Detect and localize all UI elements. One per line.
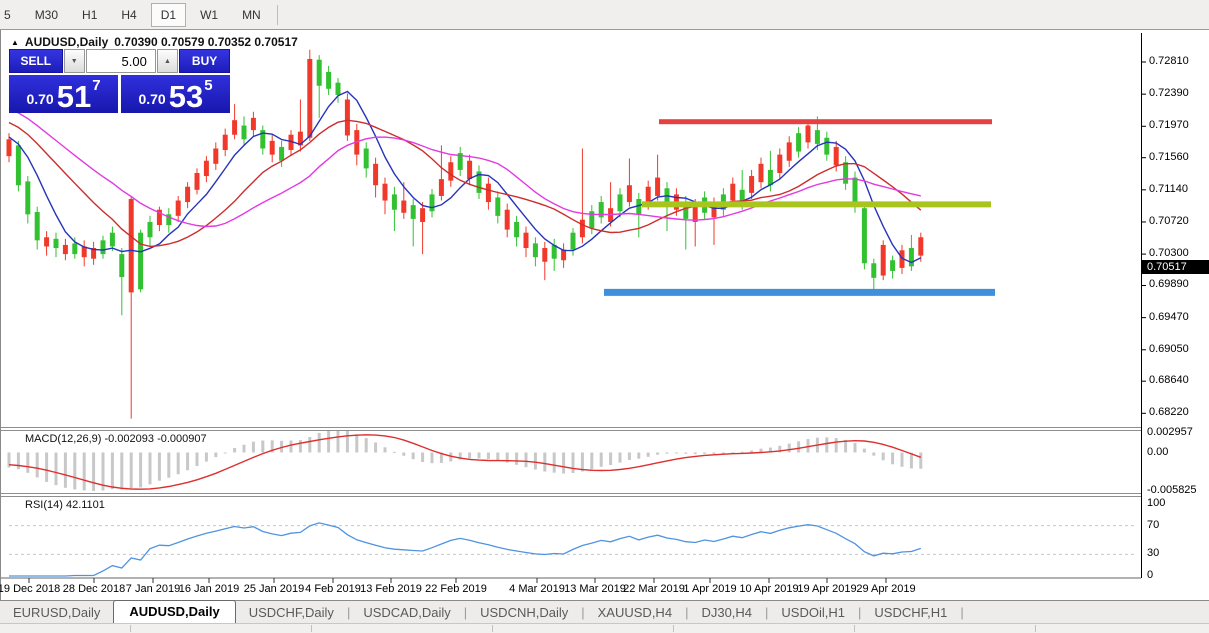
date-axis-label: 22 Feb 2019	[425, 583, 487, 595]
date-axis-label: 29 Apr 2019	[856, 583, 915, 595]
volume-decrease-button[interactable]: ▼	[64, 49, 85, 73]
price-axis-label: 0.69890	[1149, 278, 1189, 290]
sell-price-prefix: 0.70	[26, 91, 53, 107]
date-axis-label: 13 Mar 2019	[564, 583, 626, 595]
timeframe-button-5[interactable]: 5	[0, 3, 21, 27]
price-chart-canvas[interactable]	[1, 30, 1209, 600]
scroll-strip-mark	[492, 625, 493, 632]
date-axis-label: 22 Mar 2019	[623, 583, 685, 595]
rsi-axis-label: 0	[1147, 569, 1153, 581]
symbol-tab-audusd-daily[interactable]: AUDUSD,Daily	[113, 600, 235, 624]
rsi-indicator-header: RSI(14) 42.1101	[25, 499, 105, 511]
price-axis-label: 0.70300	[1149, 247, 1189, 259]
scroll-strip-mark	[854, 625, 855, 632]
one-click-trade-panel: SELL ▼ 5.00 ▲ BUY 0.70 51 7 0.70 53	[9, 49, 230, 113]
timeframe-button-mn[interactable]: MN	[232, 3, 271, 27]
symbol-tab-usdoil-h1[interactable]: USDOil,H1	[768, 602, 858, 624]
rsi-axis-label: 30	[1147, 547, 1159, 559]
symbol-tab-usdcnh-daily[interactable]: USDCNH,Daily	[467, 602, 581, 624]
macd-indicator-header: MACD(12,26,9) -0.002093 -0.000907	[25, 433, 207, 445]
chart-symbol-label: AUDUSD,Daily	[25, 35, 108, 49]
price-axis-label: 0.71560	[1149, 151, 1189, 163]
timeframe-button-h1[interactable]: H1	[72, 3, 107, 27]
price-axis-label: 0.70720	[1149, 215, 1189, 227]
chevron-up-icon: ▲	[164, 58, 171, 65]
chart-ohlc-values: 0.70390 0.70579 0.70352 0.70517	[114, 35, 298, 49]
price-axis-label: 0.69470	[1149, 311, 1189, 323]
symbol-tab-xauusd-h4[interactable]: XAUUSD,H4	[585, 602, 685, 624]
collapse-trade-panel-icon[interactable]: ▲	[11, 38, 19, 47]
scroll-strip-mark	[673, 625, 674, 632]
timeframe-toolbar: 5M30H1H4D1W1MN	[0, 0, 1209, 30]
date-axis-label: 4 Feb 2019	[305, 583, 361, 595]
timeframe-button-h4[interactable]: H4	[111, 3, 146, 27]
scroll-strip-mark	[130, 625, 131, 632]
macd-axis-label: -0.005825	[1147, 484, 1197, 496]
toolbar-separator	[277, 5, 278, 25]
date-axis-label: 28 Dec 2018	[63, 583, 125, 595]
symbol-tab-usdchf-daily[interactable]: USDCHF,Daily	[236, 602, 347, 624]
mt-terminal-window: 5M30H1H4D1W1MN ▲ AUDUSD,Daily 0.70390 0.…	[0, 0, 1209, 632]
symbol-tab-usdcad-daily[interactable]: USDCAD,Daily	[350, 602, 463, 624]
date-axis-label: 13 Feb 2019	[360, 583, 422, 595]
date-axis-label: 4 Mar 2019	[509, 583, 565, 595]
price-axis-label: 0.72390	[1149, 87, 1189, 99]
scroll-strip-mark	[1035, 625, 1036, 632]
price-axis-label: 0.69050	[1149, 343, 1189, 355]
price-axis-label: 0.68220	[1149, 406, 1189, 418]
buy-price-pip: 5	[204, 77, 212, 94]
sell-button[interactable]: SELL	[9, 49, 63, 73]
chevron-down-icon: ▼	[71, 58, 78, 65]
date-axis-label: 19 Apr 2019	[797, 583, 856, 595]
date-axis-label: 19 Dec 2018	[0, 583, 60, 595]
chart-area[interactable]: ▲ AUDUSD,Daily 0.70390 0.70579 0.70352 0…	[0, 30, 1209, 600]
date-axis-label: 7 Jan 2019	[126, 583, 180, 595]
volume-increase-button[interactable]: ▲	[157, 49, 178, 73]
date-axis-label: 25 Jan 2019	[244, 583, 305, 595]
symbol-tab-usdchf-h1[interactable]: USDCHF,H1	[861, 602, 960, 624]
buy-button[interactable]: BUY	[179, 49, 230, 73]
date-axis-label: 16 Jan 2019	[179, 583, 240, 595]
sell-price-main: 51	[57, 84, 91, 110]
macd-axis-label: 0.00	[1147, 446, 1168, 458]
macd-axis-label: 0.002957	[1147, 426, 1193, 438]
sell-quote-button[interactable]: 0.70 51 7	[9, 75, 118, 113]
price-axis-label: 0.72810	[1149, 55, 1189, 67]
timeframe-button-d1[interactable]: D1	[151, 3, 186, 27]
rsi-axis-label: 100	[1147, 497, 1165, 509]
date-axis-label: 1 Apr 2019	[683, 583, 736, 595]
tab-separator: |	[960, 605, 963, 624]
timeframe-button-m30[interactable]: M30	[25, 3, 68, 27]
symbol-tab-eurusd-daily[interactable]: EURUSD,Daily	[0, 602, 113, 624]
price-axis-label: 0.68640	[1149, 374, 1189, 386]
price-axis-label: 0.71140	[1149, 183, 1188, 195]
symbol-tab-dj30-h4[interactable]: DJ30,H4	[688, 602, 765, 624]
buy-quote-button[interactable]: 0.70 53 5	[121, 75, 230, 113]
chart-title: ▲ AUDUSD,Daily 0.70390 0.70579 0.70352 0…	[11, 35, 298, 49]
rsi-axis-label: 70	[1147, 519, 1159, 531]
timeframe-button-w1[interactable]: W1	[190, 3, 228, 27]
buy-price-prefix: 0.70	[138, 91, 165, 107]
volume-input[interactable]: 5.00	[86, 49, 156, 73]
scroll-strip-mark	[311, 625, 312, 632]
symbol-tab-bar: EURUSD,DailyAUDUSD,DailyUSDCHF,Daily|USD…	[0, 600, 1209, 624]
sell-price-pip: 7	[92, 77, 100, 94]
buy-price-main: 53	[169, 84, 203, 110]
date-axis-label: 10 Apr 2019	[739, 583, 798, 595]
current-price-badge: 0.70517	[1142, 260, 1209, 274]
price-axis-label: 0.71970	[1149, 119, 1189, 131]
